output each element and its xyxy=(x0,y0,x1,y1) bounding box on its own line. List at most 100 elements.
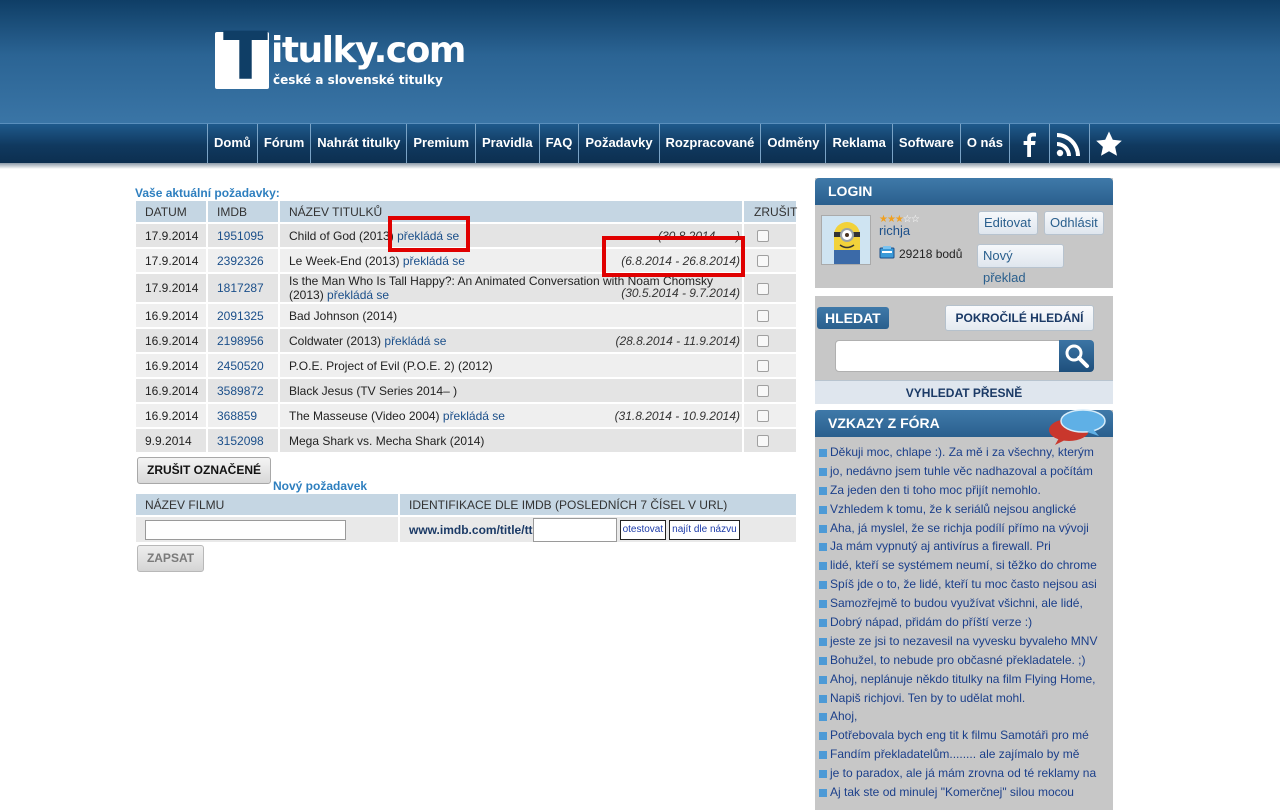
row-date: 17.9.2014 xyxy=(136,274,206,302)
imdb-link[interactable]: 2450520 xyxy=(217,359,264,373)
site-logo[interactable]: T itulky.com české a slovenské titulky xyxy=(215,24,466,92)
col-imdb-id: IDENTIFIKACE DLE IMDB (POSLEDNÍCH 7 ČÍSE… xyxy=(400,494,796,515)
imdb-link[interactable]: 3152098 xyxy=(217,434,264,448)
avatar[interactable] xyxy=(821,215,871,265)
row-date: 16.9.2014 xyxy=(136,379,206,402)
row-date: 17.9.2014 xyxy=(136,224,206,247)
imdb-link[interactable]: 2198956 xyxy=(217,334,264,348)
forum-message[interactable]: lidé, kteří se systémem neumí, si těžko … xyxy=(819,556,1113,575)
nav-about[interactable]: O nás xyxy=(959,124,1009,164)
row-date: 9.9.2014 xyxy=(136,429,206,452)
title-text: P.O.E. Project of Evil (P.O.E. 2) (2012) xyxy=(289,358,493,373)
imdb-id-input[interactable] xyxy=(532,517,617,542)
date-range: (30.5.2014 - 9.7.2014) xyxy=(621,286,740,300)
forum-message[interactable]: Bohužel, to nebude pro občasné překladat… xyxy=(819,651,1113,670)
col-imdb: IMDB xyxy=(208,201,278,222)
logout-button[interactable]: Odhlásit xyxy=(1044,211,1104,235)
row-date: 17.9.2014 xyxy=(136,249,206,272)
forum-message[interactable]: Aha, já myslel, že se richja podílí přím… xyxy=(819,519,1113,538)
cancel-checkbox[interactable] xyxy=(757,230,769,243)
film-name-input[interactable] xyxy=(145,519,346,540)
nav-software[interactable]: Software xyxy=(891,124,960,164)
points-icon xyxy=(879,245,895,262)
logo-letter: T xyxy=(223,18,269,95)
new-request-heading: Nový požadavek xyxy=(273,479,368,493)
translating-link[interactable]: překládá se xyxy=(443,409,505,423)
cancel-checkbox[interactable] xyxy=(757,435,769,448)
translating-link[interactable]: překládá se xyxy=(384,334,446,348)
nav-requests[interactable]: Požadavky xyxy=(578,124,658,164)
advanced-search-button[interactable]: POKROČILÉ HLEDÁNÍ xyxy=(945,305,1094,331)
imdb-link[interactable]: 368859 xyxy=(217,409,257,423)
forum-message[interactable]: Vzhledem k tomu, že k seriálů nejsou ang… xyxy=(819,500,1113,519)
submit-button[interactable]: ZAPSAT xyxy=(137,545,204,572)
main-nav-bar: Domů Fórum Nahrát titulky Premium Pravid… xyxy=(0,123,1280,164)
imdb-link[interactable]: 1817287 xyxy=(217,281,264,295)
new-request-row: www.imdb.com/title/tt otestovat najít dle … xyxy=(136,517,796,542)
forum-message[interactable]: Fandím překladatelům........ ale zajímal… xyxy=(819,745,1113,764)
row-date: 16.9.2014 xyxy=(136,329,206,352)
username-link[interactable]: richja xyxy=(879,223,910,238)
search-input[interactable] xyxy=(835,340,1061,372)
title-text: Mega Shark vs. Mecha Shark (2014) xyxy=(289,433,485,448)
facebook-icon[interactable] xyxy=(1008,124,1049,164)
cancel-checkbox[interactable] xyxy=(757,282,769,295)
row-title: Black Jesus (TV Series 2014– ) xyxy=(280,379,742,402)
nav-home[interactable]: Domů xyxy=(207,124,257,164)
exact-search-link[interactable]: VYHLEDAT PŘESNĚ xyxy=(815,380,1113,404)
forum-message[interactable]: Ahoj, neplánuje někdo titulky na film Fl… xyxy=(819,670,1113,689)
nav-upload[interactable]: Nahrát titulky xyxy=(310,124,406,164)
nav-rewards[interactable]: Odměny xyxy=(760,124,825,164)
title-text: Bad Johnson (2014) xyxy=(289,308,398,323)
main-nav: Domů Fórum Nahrát titulky Premium Pravid… xyxy=(207,124,1129,164)
row-title: The Masseuse (Video 2004) překládá se (31… xyxy=(280,404,742,427)
test-button[interactable]: otestovat xyxy=(619,519,667,540)
nav-ads[interactable]: Reklama xyxy=(825,124,891,164)
forum-message[interactable]: Dobrý nápad, přidám do příští verze :) xyxy=(819,613,1113,632)
cancel-selected-button[interactable]: ZRUŠIT OZNAČENÉ xyxy=(137,457,271,484)
find-by-name-button[interactable]: najít dle názvu xyxy=(669,519,740,540)
imdb-link[interactable]: 2392326 xyxy=(217,254,264,268)
edit-button[interactable]: Editovat xyxy=(978,211,1038,235)
forum-message[interactable]: Spíš jde o to, že lidé, kteří tu moc čas… xyxy=(819,575,1113,594)
cancel-checkbox[interactable] xyxy=(757,385,769,398)
logo-text: itulky.com xyxy=(271,30,466,71)
forum-message[interactable]: Napiš richjovi. Ten by to udělat mohl. xyxy=(819,689,1113,708)
imdb-link[interactable]: 1951095 xyxy=(217,229,264,243)
forum-message[interactable]: Za jeden den ti toho moc přijít nemohlo. xyxy=(819,481,1113,500)
forum-message[interactable]: Ahoj, xyxy=(819,707,1113,726)
nav-premium[interactable]: Premium xyxy=(406,124,475,164)
cancel-checkbox[interactable] xyxy=(757,360,769,373)
translating-link[interactable]: překládá se xyxy=(403,254,465,268)
forum-message[interactable]: Potřebovala bych eng tit k filmu Samotář… xyxy=(819,726,1113,745)
logo-subtitle: české a slovenské titulky xyxy=(273,73,443,87)
nav-in-progress[interactable]: Rozpracované xyxy=(658,124,761,164)
imdb-link[interactable]: 3589872 xyxy=(217,384,264,398)
star-icon[interactable] xyxy=(1088,124,1129,164)
cancel-checkbox[interactable] xyxy=(757,335,769,348)
forum-message[interactable]: Ja mám vypnutý aj antivírus a firewall. … xyxy=(819,537,1113,556)
forum-message[interactable]: jeste ze jsi to nezavesil na vyvesku byv… xyxy=(819,632,1113,651)
col-title: NÁZEV TITULKŮ xyxy=(280,201,742,222)
forum-message[interactable]: Samozřejmě to budou využívat všichni, al… xyxy=(819,594,1113,613)
imdb-link[interactable]: 2091325 xyxy=(217,309,264,323)
points-value: 29218 bodů xyxy=(899,247,963,261)
nav-rules[interactable]: Pravidla xyxy=(475,124,539,164)
translating-link[interactable]: překládá se xyxy=(327,288,389,302)
cancel-checkbox[interactable] xyxy=(757,310,769,323)
requests-heading: Vaše aktuální požadavky: xyxy=(135,186,280,200)
nav-faq[interactable]: FAQ xyxy=(538,124,579,164)
forum-message[interactable]: jo, nedávno jsem tuhle věc nadhazoval a … xyxy=(819,462,1113,481)
new-translation-button[interactable]: Nový překlad xyxy=(977,244,1064,285)
forum-message[interactable]: Aj tak ste od minulej "Komerčnej" silou … xyxy=(819,783,1113,802)
site-header: T itulky.com české a slovenské titulky xyxy=(0,0,1280,123)
nav-forum[interactable]: Fórum xyxy=(256,124,310,164)
forum-messages: Děkuji moc, chlape :). Za mě i za všechn… xyxy=(815,437,1113,802)
rss-icon[interactable] xyxy=(1048,124,1089,164)
cancel-checkbox[interactable] xyxy=(757,255,769,268)
search-button[interactable] xyxy=(1059,340,1094,372)
forum-message[interactable]: Děkuji moc, chlape :). Za mě i za všechn… xyxy=(819,443,1113,462)
cancel-checkbox[interactable] xyxy=(757,410,769,423)
row-date: 16.9.2014 xyxy=(136,304,206,327)
forum-message[interactable]: je to paradox, ale já mám zrovna od té r… xyxy=(819,764,1113,783)
